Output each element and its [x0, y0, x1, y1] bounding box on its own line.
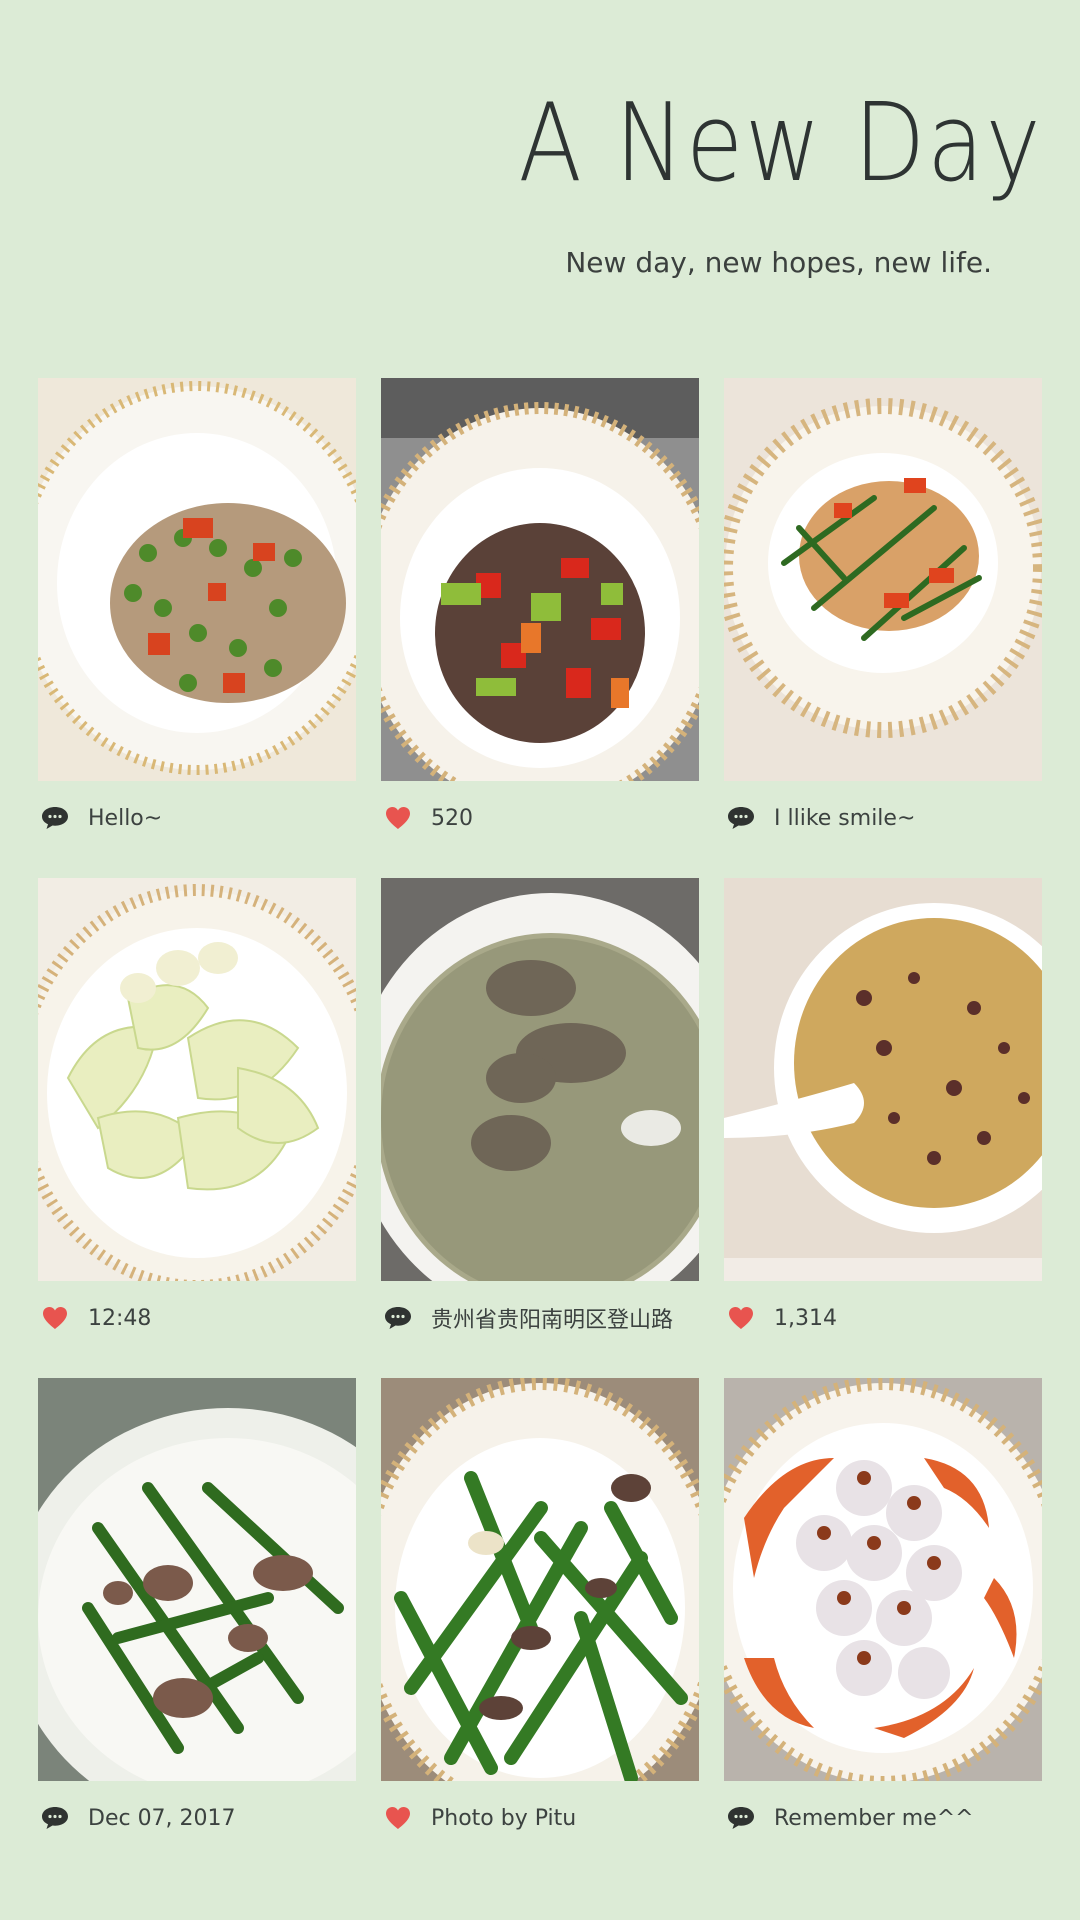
card-label: 520 — [431, 805, 473, 831]
photo-card[interactable]: Hello~ — [38, 378, 356, 878]
photo-card[interactable]: 12:48 — [38, 878, 356, 1378]
heart-icon[interactable] — [38, 1301, 72, 1335]
food-photo[interactable] — [381, 1378, 699, 1781]
comment-icon[interactable] — [724, 801, 758, 835]
card-label: Dec 07, 2017 — [88, 1805, 236, 1831]
card-meta: Dec 07, 2017 — [38, 1798, 356, 1838]
card-label: Hello~ — [88, 805, 163, 831]
food-photo[interactable] — [38, 378, 356, 781]
heart-icon[interactable] — [381, 801, 415, 835]
photo-card[interactable]: Remember me^^ — [724, 1378, 1042, 1878]
food-photo[interactable] — [381, 878, 699, 1281]
photo-grid: Hello~ 520 I llike smile~ 12:48 贵州省贵阳南明区… — [38, 378, 1042, 1878]
comment-icon[interactable] — [724, 1801, 758, 1835]
photo-card[interactable]: Dec 07, 2017 — [38, 1378, 356, 1878]
heart-icon[interactable] — [724, 1301, 758, 1335]
page-subtitle: New day, new hopes, new life. — [565, 246, 992, 279]
card-label: I llike smile~ — [774, 805, 916, 831]
card-label: 1,314 — [774, 1305, 837, 1331]
card-label: 12:48 — [88, 1305, 152, 1331]
card-label: Remember me^^ — [774, 1805, 974, 1831]
card-meta: Remember me^^ — [724, 1798, 1042, 1838]
food-photo[interactable] — [38, 1378, 356, 1781]
card-meta: 520 — [381, 798, 699, 838]
comment-icon[interactable] — [381, 1301, 415, 1335]
food-photo[interactable] — [724, 378, 1042, 781]
card-meta: Photo by Pitu — [381, 1798, 699, 1838]
food-photo[interactable] — [381, 378, 699, 781]
comment-icon[interactable] — [38, 1801, 72, 1835]
card-label: Photo by Pitu — [431, 1805, 577, 1831]
card-meta: Hello~ — [38, 798, 356, 838]
food-photo[interactable] — [724, 878, 1042, 1281]
photo-card[interactable]: 520 — [381, 378, 699, 878]
photo-card[interactable]: 1,314 — [724, 878, 1042, 1378]
food-photo[interactable] — [724, 1378, 1042, 1781]
heart-icon[interactable] — [381, 1801, 415, 1835]
card-meta: 1,314 — [724, 1298, 1042, 1338]
page-title: A New Day — [517, 81, 1042, 206]
card-label: 贵州省贵阳南明区登山路 — [431, 1308, 674, 1333]
photo-card[interactable]: I llike smile~ — [724, 378, 1042, 878]
card-meta: 贵州省贵阳南明区登山路 — [381, 1298, 699, 1338]
comment-icon[interactable] — [38, 801, 72, 835]
card-meta: 12:48 — [38, 1298, 356, 1338]
photo-card[interactable]: Photo by Pitu — [381, 1378, 699, 1878]
food-photo[interactable] — [38, 878, 356, 1281]
photo-card[interactable]: 贵州省贵阳南明区登山路 — [381, 878, 699, 1378]
card-meta: I llike smile~ — [724, 798, 1042, 838]
